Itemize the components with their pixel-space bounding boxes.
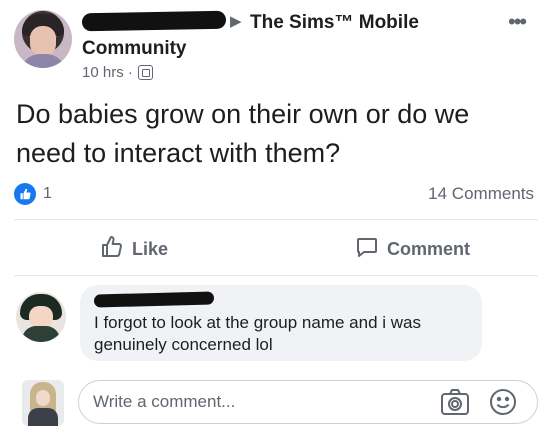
divider: [14, 219, 538, 220]
thumbs-up-icon: [100, 235, 124, 264]
like-reaction-icon: [14, 183, 36, 205]
comment-input[interactable]: [93, 392, 423, 412]
comment-bubble: I forgot to look at the group name and i…: [80, 285, 482, 361]
comment-text: I forgot to look at the group name and i…: [94, 313, 421, 354]
reaction-summary[interactable]: 1: [14, 183, 52, 205]
camera-icon[interactable]: [440, 388, 470, 421]
more-icon[interactable]: •••: [508, 11, 527, 33]
emoji-icon[interactable]: [489, 388, 517, 421]
like-button[interactable]: Like: [100, 232, 168, 266]
poster-avatar[interactable]: [14, 10, 72, 68]
group-name-link[interactable]: The Sims™ Mobile: [250, 12, 419, 34]
redacted-poster-name: [81, 10, 227, 32]
globe-icon: [137, 65, 153, 80]
reaction-count: 1: [43, 185, 52, 202]
post-time[interactable]: 10 hrs ·: [82, 64, 133, 81]
commenter-avatar[interactable]: [16, 292, 66, 342]
post-header: ▶ The Sims™ Mobile Community 10 hrs · ••…: [0, 0, 552, 90]
comment-label: Comment: [387, 238, 471, 259]
community-label[interactable]: Community: [82, 38, 187, 60]
comments-count[interactable]: 14 Comments: [428, 184, 534, 204]
comment-button[interactable]: Comment: [355, 232, 470, 266]
like-label: Like: [132, 238, 169, 259]
current-user-avatar[interactable]: [22, 380, 64, 426]
comment-icon: [355, 235, 379, 264]
group-arrow-icon: ▶: [230, 13, 242, 30]
post-text: Do babies grow on their own or do we nee…: [16, 99, 470, 168]
redacted-commenter-name: [93, 291, 215, 308]
divider: [14, 275, 538, 276]
post-meta: 10 hrs ·: [82, 64, 153, 81]
